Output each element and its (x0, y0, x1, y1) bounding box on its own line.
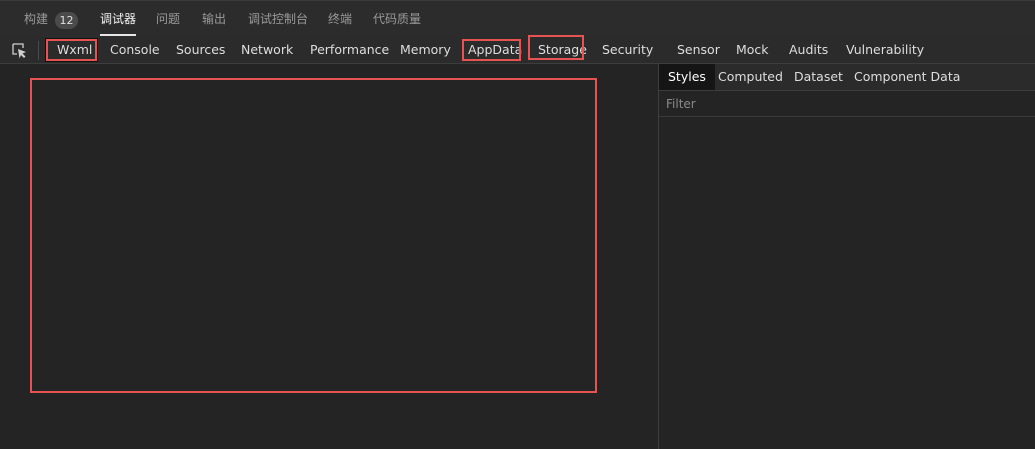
tab-debug-console-label: 调试控制台 (248, 12, 309, 26)
styles-filter-bar (659, 91, 1035, 117)
tab-output-label: 输出 (202, 12, 227, 26)
tab-performance[interactable]: Performance (310, 37, 389, 63)
tab-sensor[interactable]: Sensor (677, 37, 720, 63)
tab-sources[interactable]: Sources (176, 37, 225, 63)
tab-security[interactable]: Security (602, 37, 653, 63)
build-count-badge: 12 (55, 12, 78, 29)
tab-issues-label: 问题 (156, 12, 181, 26)
devtools-tab-bar: Wxml Console Sources Network Performance… (0, 35, 1035, 64)
tab-issues[interactable]: 问题 (156, 1, 180, 38)
tab-build[interactable]: 构建 (24, 1, 48, 38)
element-picker-icon[interactable] (11, 42, 28, 59)
tab-debugger-label: 调试器 (100, 12, 137, 26)
tab-build-label: 构建 (24, 12, 49, 26)
appdata-highlight-box (462, 39, 521, 61)
tab-console[interactable]: Console (110, 37, 160, 63)
tab-audits[interactable]: Audits (789, 37, 828, 63)
wxml-highlight-box (45, 38, 98, 62)
tab-styles[interactable]: Styles (659, 64, 715, 90)
toolbar-divider (38, 41, 39, 60)
storage-highlight-box (528, 35, 584, 60)
tab-computed[interactable]: Computed (718, 64, 783, 90)
wxml-content-highlight-box (30, 78, 597, 393)
tab-component-data[interactable]: Component Data (854, 64, 960, 90)
styles-filter-input[interactable] (666, 95, 1026, 113)
tab-output[interactable]: 输出 (202, 1, 226, 38)
wxml-tree-pane[interactable] (0, 64, 658, 449)
tab-code-quality[interactable]: 代码质量 (373, 1, 421, 38)
styles-sidebar: Styles Computed Dataset Component Data (659, 64, 1035, 449)
tab-terminal-label: 终端 (328, 12, 353, 26)
tab-mock[interactable]: Mock (736, 37, 769, 63)
tab-debug-console[interactable]: 调试控制台 (248, 1, 308, 38)
tab-debugger[interactable]: 调试器 (100, 1, 137, 38)
sidebar-tab-bar: Styles Computed Dataset Component Data (659, 64, 1035, 91)
tab-terminal[interactable]: 终端 (328, 1, 352, 38)
tab-vulnerability[interactable]: Vulnerability (846, 37, 924, 63)
tab-dataset[interactable]: Dataset (794, 64, 843, 90)
tab-network[interactable]: Network (241, 37, 293, 63)
tab-code-quality-label: 代码质量 (373, 12, 422, 26)
panel-tab-bar: 构建 12 调试器 问题 输出 调试控制台 终端 代码质量 (0, 0, 1035, 37)
tab-memory[interactable]: Memory (400, 37, 451, 63)
